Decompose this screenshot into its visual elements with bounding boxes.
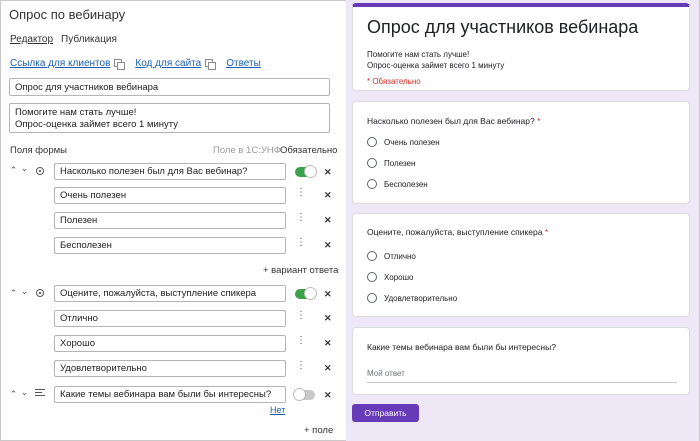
radio-icon: [367, 179, 377, 189]
close-icon[interactable]: ✕: [324, 313, 332, 324]
question-text: Оцените, пожалуйста, выступление спикера: [60, 288, 257, 299]
arrow-up-icon[interactable]: ⌃: [9, 389, 18, 400]
radio-icon: [367, 251, 377, 261]
close-icon[interactable]: ✕: [324, 338, 332, 349]
required-label: Обязательно: [280, 145, 338, 156]
text-type-icon: [35, 389, 45, 398]
question-text: Насколько полезен был для Вас вебинар?: [60, 166, 248, 177]
add-option-button[interactable]: + вариант ответа: [263, 265, 338, 276]
mode-editor[interactable]: Редактор: [10, 34, 53, 45]
option-text: Удовлетворительно: [60, 363, 147, 374]
submit-button[interactable]: Отправить: [352, 404, 419, 422]
close-icon[interactable]: ✕: [324, 289, 332, 300]
mode-switch: Редактор Публикация: [10, 34, 117, 45]
radio-type-icon: [36, 289, 44, 297]
description-line: Опрос-оценка займет всего 1 минуту: [367, 61, 505, 70]
option-input[interactable]: Очень полезен: [54, 187, 286, 204]
option-text: Хорошо: [60, 338, 95, 349]
radio-type-icon: [36, 167, 44, 175]
radio-option[interactable]: Удовлетворительно: [367, 293, 457, 303]
close-icon[interactable]: ✕: [324, 167, 332, 178]
description-line: Помогите нам стать лучше!: [15, 107, 137, 118]
client-link[interactable]: Ссылка для клиентов: [10, 58, 110, 69]
option-input[interactable]: Хорошо: [54, 335, 286, 352]
fields-label: Поля формы: [10, 145, 67, 156]
question-title: Какие темы вебинара вам были бы интересн…: [367, 342, 556, 352]
question-card: Насколько полезен был для Вас вебинар? *…: [352, 101, 690, 204]
copy-icon[interactable]: [114, 59, 126, 70]
option-text: Отлично: [60, 313, 98, 324]
form-preview: Опрос для участников вебинара Помогите н…: [346, 0, 699, 441]
preview-header-card: Опрос для участников вебинара Помогите н…: [352, 3, 690, 91]
site-code-link[interactable]: Код для сайта: [135, 58, 201, 69]
more-vert-icon[interactable]: ⋮: [296, 238, 306, 248]
editor-panel: Опрос по вебинару Редактор Публикация Сс…: [0, 0, 345, 441]
radio-icon: [367, 137, 377, 147]
required-toggle[interactable]: [295, 287, 317, 300]
close-icon[interactable]: ✕: [324, 240, 332, 251]
add-field-button[interactable]: + поле: [304, 425, 333, 436]
copy-icon[interactable]: [205, 59, 217, 70]
close-icon[interactable]: ✕: [324, 390, 332, 401]
radio-option[interactable]: Хорошо: [367, 272, 413, 282]
description-line: Помогите нам стать лучше!: [367, 50, 470, 59]
radio-icon: [367, 158, 377, 168]
question-input[interactable]: Оцените, пожалуйста, выступление спикера: [54, 285, 286, 302]
question-text: Какие темы вебинара вам были бы интересн…: [60, 389, 272, 400]
close-icon[interactable]: ✕: [324, 215, 332, 226]
radio-option[interactable]: Очень полезен: [367, 137, 440, 147]
more-vert-icon[interactable]: ⋮: [296, 213, 306, 223]
close-icon[interactable]: ✕: [324, 363, 332, 374]
option-text: Бесполезен: [60, 240, 112, 251]
radio-icon: [367, 293, 377, 303]
arrow-down-icon[interactable]: ⌄: [20, 163, 29, 174]
option-text: Полезен: [60, 215, 98, 226]
form-title-value: Опрос для участников вебинара: [15, 81, 159, 93]
form-description-input[interactable]: Помогите нам стать лучше! Опрос-оценка з…: [9, 103, 330, 133]
description-line: Опрос-оценка займет всего 1 минуту: [15, 119, 179, 130]
arrow-down-icon[interactable]: ⌄: [20, 286, 29, 297]
link-row: Ссылка для клиентов Код для сайта Ответы: [10, 58, 261, 70]
question-title: Насколько полезен был для Вас вебинар? *: [367, 116, 541, 126]
radio-icon: [367, 272, 377, 282]
mode-publication[interactable]: Публикация: [61, 34, 117, 45]
question-title: Оцените, пожалуйста, выступление спикера…: [367, 227, 549, 237]
more-vert-icon[interactable]: ⋮: [296, 336, 306, 346]
option-input[interactable]: Бесполезен: [54, 237, 286, 254]
form-title-input[interactable]: Опрос для участников вебинара: [9, 78, 330, 96]
required-toggle[interactable]: [293, 388, 315, 401]
more-vert-icon[interactable]: ⋮: [296, 311, 306, 321]
preview-title: Опрос для участников вебинара: [367, 17, 639, 37]
arrow-up-icon[interactable]: ⌃: [9, 288, 18, 299]
arrow-down-icon[interactable]: ⌄: [20, 387, 29, 398]
required-note: * Обязательно: [367, 77, 421, 86]
answer-input[interactable]: Мой ответ: [367, 369, 677, 383]
close-icon[interactable]: ✕: [324, 190, 332, 201]
question-card: Оцените, пожалуйста, выступление спикера…: [352, 213, 690, 317]
question-card: Какие темы вебинара вам были бы интересн…: [352, 327, 690, 395]
radio-option[interactable]: Полезен: [367, 158, 415, 168]
option-text: Очень полезен: [60, 190, 127, 201]
radio-option[interactable]: Бесполезен: [367, 179, 428, 189]
none-link[interactable]: Нет: [270, 405, 285, 415]
option-input[interactable]: Отлично: [54, 310, 286, 327]
question-input[interactable]: Какие темы вебинара вам были бы интересн…: [54, 386, 286, 403]
editor-title: Опрос по вебинару: [9, 7, 126, 22]
arrow-up-icon[interactable]: ⌃: [9, 165, 18, 176]
radio-option[interactable]: Отлично: [367, 251, 416, 261]
more-vert-icon[interactable]: ⋮: [296, 188, 306, 198]
answers-link[interactable]: Ответы: [226, 58, 261, 69]
more-vert-icon[interactable]: ⋮: [296, 361, 306, 371]
preview-description: Помогите нам стать лучше! Опрос-оценка з…: [367, 49, 504, 71]
required-toggle[interactable]: [295, 165, 317, 178]
fields-header: Поля формы Поле в 1С:УНФ Обязательно: [10, 145, 338, 157]
question-input[interactable]: Насколько полезен был для Вас вебинар?: [54, 163, 286, 180]
option-input[interactable]: Полезен: [54, 212, 286, 229]
option-input[interactable]: Удовлетворительно: [54, 360, 286, 377]
field-1c-label: Поле в 1С:УНФ: [213, 145, 281, 156]
